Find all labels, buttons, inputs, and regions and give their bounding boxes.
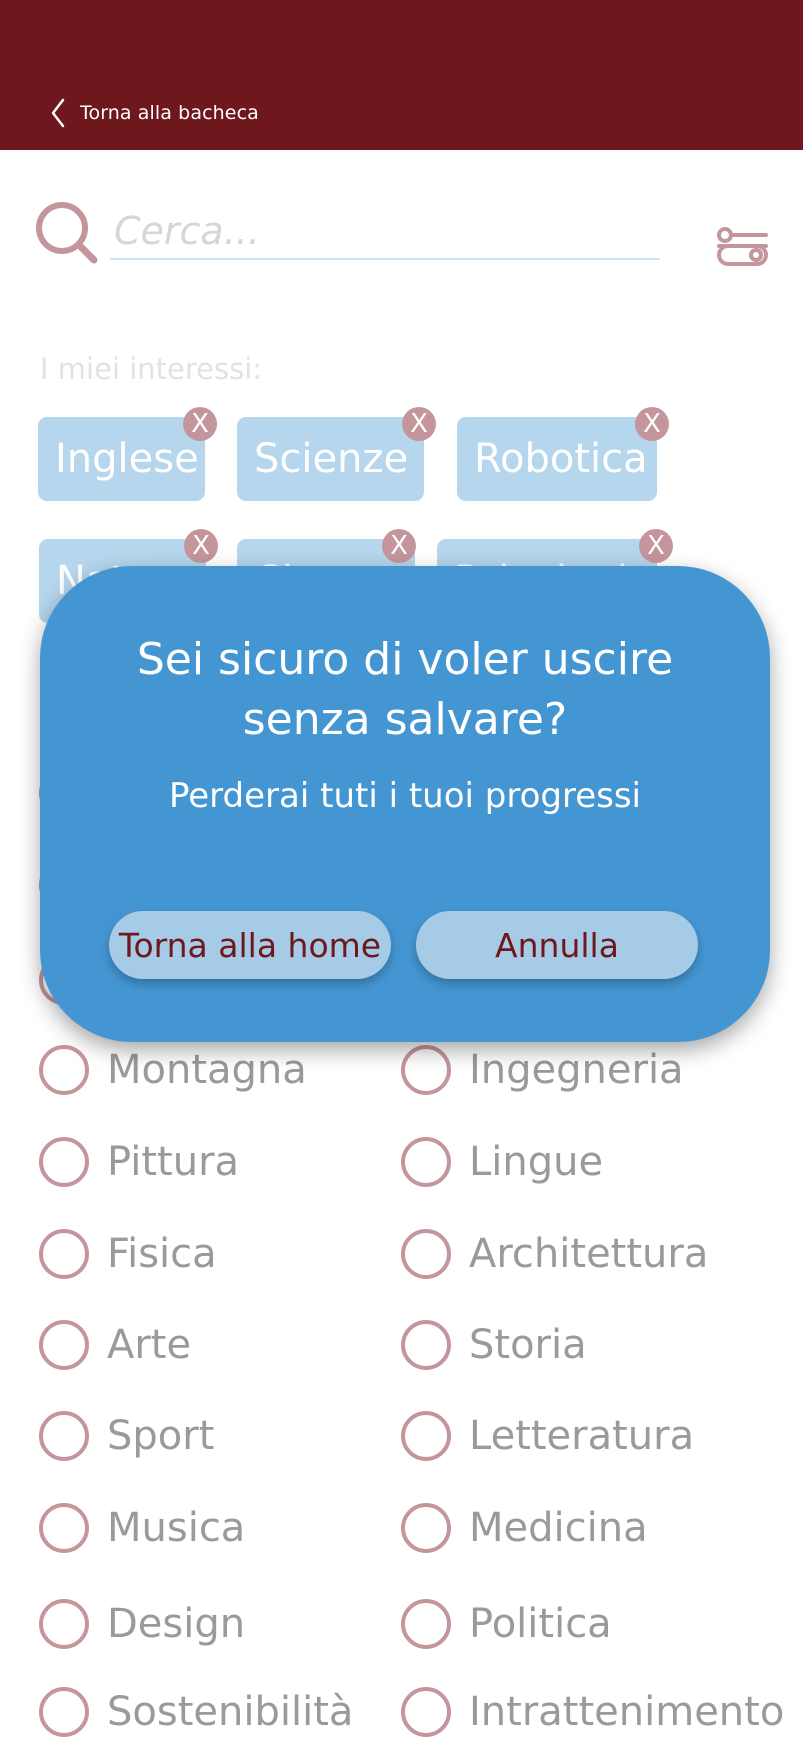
top-bar: Torna alla bacheca [0,0,803,150]
option-label: Pittura [107,1139,240,1185]
option-item[interactable]: Medicina [401,1499,648,1557]
chip-label: Inglese [55,436,199,482]
radio-button[interactable] [39,1503,89,1553]
radio-button[interactable] [401,1503,451,1553]
search-icon [36,202,98,264]
option-item[interactable]: Politica [401,1595,612,1653]
chip-label: Robotica [474,436,648,482]
remove-chip-button[interactable]: X [639,529,673,563]
interests-title: I miei interessi: [40,352,263,386]
option-item[interactable]: Sport [39,1407,214,1465]
option-item[interactable]: Fisica [39,1225,217,1283]
option-label: Design [107,1601,246,1647]
radio-button[interactable] [39,1320,89,1370]
option-label: Medicina [469,1505,648,1551]
radio-button[interactable] [39,1229,89,1279]
option-label: Montagna [107,1047,307,1093]
option-item[interactable]: Ingegneria [401,1041,684,1099]
option-label: Sostenibilità [107,1689,354,1735]
option-label: Musica [107,1505,246,1551]
option-item[interactable]: Lingue [401,1133,603,1191]
remove-chip-button[interactable]: X [183,407,217,441]
search-input[interactable] [110,204,660,260]
remove-chip-button[interactable]: X [184,529,218,563]
option-item[interactable]: Storia [401,1316,587,1374]
radio-button[interactable] [401,1411,451,1461]
back-label: Torna alla bacheca [80,102,259,124]
option-item[interactable]: Arte [39,1316,191,1374]
radio-button[interactable] [401,1687,451,1737]
back-to-home-button[interactable]: Torna alla home [109,911,391,979]
chevron-left-icon [51,98,65,128]
interest-chip[interactable]: Scienze [237,417,424,501]
option-label: Fisica [107,1231,217,1277]
option-item[interactable]: Letteratura [401,1407,694,1465]
back-button[interactable]: Torna alla bacheca [50,98,259,128]
radio-button[interactable] [401,1045,451,1095]
radio-button[interactable] [39,1045,89,1095]
radio-button[interactable] [401,1599,451,1649]
dialog-title: Sei sicuro di voler uscire senza salvare… [136,634,674,745]
dialog-message: Perderai tuti i tuoi progressi [168,776,642,816]
radio-button[interactable] [39,1137,89,1187]
option-label: Sport [107,1413,215,1459]
radio-button[interactable] [39,1411,89,1461]
option-label: Letteratura [469,1413,695,1459]
remove-chip-button[interactable]: X [382,529,416,563]
interest-chip[interactable]: Robotica [457,417,657,501]
option-item[interactable]: Pittura [39,1133,239,1191]
exit-confirm-dialog: Sei sicuro di voler uscire senza salvare… [40,566,770,1042]
remove-chip-button[interactable]: X [402,407,436,441]
option-label: Politica [469,1601,612,1647]
option-label: Architettura [469,1231,709,1277]
option-item[interactable]: Sostenibilità [39,1683,353,1741]
option-label: Arte [107,1322,192,1368]
option-label: Intrattenimento [469,1689,785,1735]
filter-icon[interactable] [716,224,768,268]
radio-button[interactable] [39,1599,89,1649]
radio-button[interactable] [401,1137,451,1187]
option-item[interactable]: Musica [39,1499,245,1557]
radio-button[interactable] [39,1687,89,1737]
option-item[interactable]: Montagna [39,1041,307,1099]
radio-button[interactable] [401,1229,451,1279]
option-label: Ingegneria [469,1047,684,1093]
chip-label: Scienze [254,436,409,482]
option-item[interactable]: Intrattenimento [401,1683,784,1741]
option-item[interactable]: Architettura [401,1225,708,1283]
option-label: Lingue [469,1139,604,1185]
option-label: Storia [469,1322,587,1368]
cancel-button[interactable]: Annulla [416,911,698,979]
option-item[interactable]: Design [39,1595,245,1653]
remove-chip-button[interactable]: X [635,407,669,441]
radio-button[interactable] [401,1320,451,1370]
interest-chip[interactable]: Inglese [38,417,205,501]
